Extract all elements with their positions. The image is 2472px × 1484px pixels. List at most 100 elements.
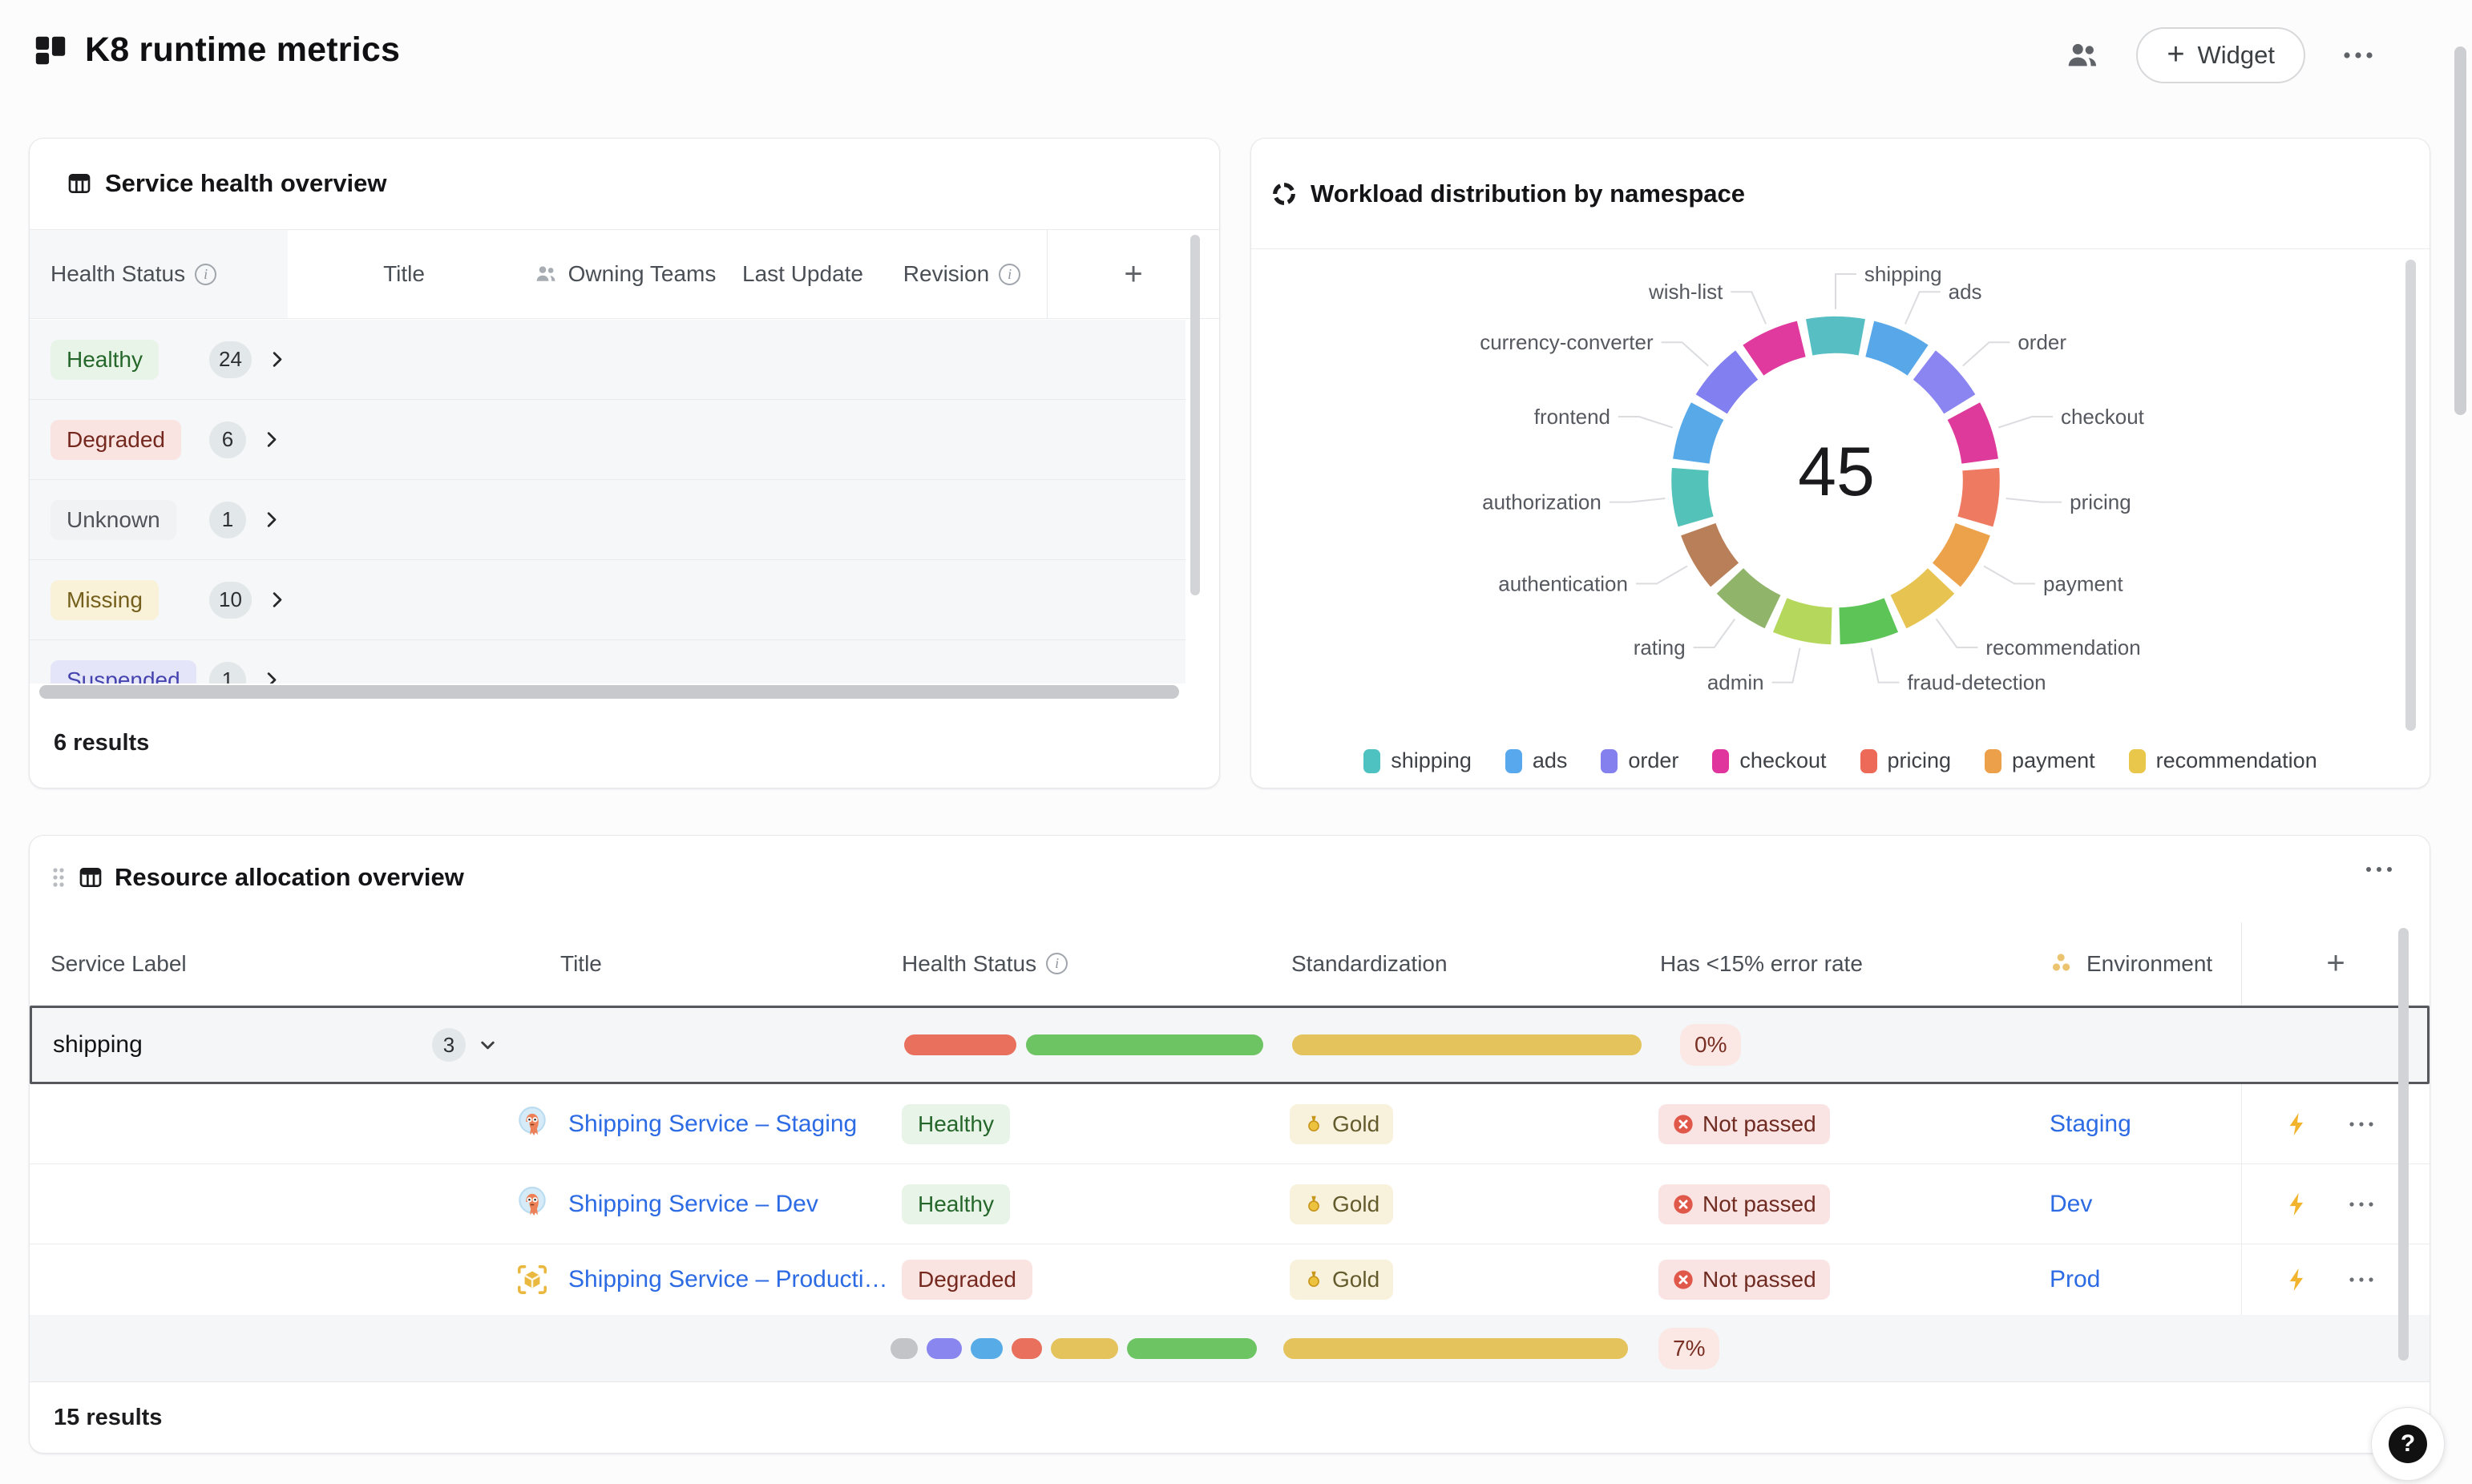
vertical-scrollbar[interactable] (2398, 928, 2409, 1361)
table-icon (78, 865, 103, 890)
table-row[interactable]: Degraded 6 (30, 400, 1186, 480)
workload-distribution-card: Workload distribution by namespace shipp… (1250, 138, 2430, 788)
column-header-service-label: Service Label (50, 951, 187, 977)
chart-legend: shipping ads order checkout pricing paym… (1251, 748, 2430, 773)
column-header-environment: Environment (2086, 951, 2212, 977)
column-header-title: Title (560, 951, 602, 977)
legend-item[interactable]: checkout (1712, 748, 1826, 773)
medal-icon (1303, 1269, 1324, 1290)
table-row[interactable]: Shipping Service – Producti… Degraded Go… (30, 1244, 2430, 1315)
chevron-right-icon[interactable] (266, 349, 288, 370)
count-badge: 3 (432, 1028, 466, 1062)
environment-link[interactable]: Dev (2050, 1191, 2092, 1218)
column-header-revision: Revision (903, 261, 989, 287)
chevron-right-icon[interactable] (266, 589, 288, 611)
vertical-scrollbar[interactable] (1190, 235, 1200, 595)
info-icon[interactable]: i (195, 264, 216, 285)
table-row[interactable]: Healthy 24 (30, 320, 1186, 400)
svg-text:checkout: checkout (2061, 405, 2145, 429)
chevron-right-icon[interactable] (261, 429, 282, 450)
legend-swatch (1363, 749, 1380, 773)
column-header-error-rate: Has <15% error rate (1660, 951, 1863, 977)
group-row-shipping[interactable]: shipping 3 0% (30, 1006, 2430, 1084)
page-scrollbar[interactable] (2454, 46, 2466, 415)
legend-swatch (1712, 749, 1729, 773)
service-health-table-header: Health Status i Title Owning Teams Last … (30, 229, 1219, 319)
status-badge: Degraded (50, 420, 181, 460)
standardization-bar (1292, 1034, 1642, 1055)
failed-icon (1672, 1113, 1694, 1135)
card-more-button[interactable] (2364, 865, 2394, 874)
standardization-badge: Gold (1290, 1104, 1393, 1144)
table-row[interactable]: Missing 10 (30, 560, 1186, 640)
service-link[interactable]: Shipping Service – Producti… (568, 1266, 888, 1293)
legend-swatch (1860, 749, 1877, 773)
status-badge: Degraded (902, 1260, 1032, 1300)
svg-text:ads: ads (1949, 280, 1982, 304)
cube-scan-icon (514, 1261, 551, 1298)
lightning-icon[interactable] (2284, 1266, 2311, 1293)
legend-item[interactable]: pricing (1860, 748, 1952, 773)
help-button[interactable]: ? (2371, 1407, 2445, 1481)
aggregate-row: 7% (30, 1315, 2430, 1381)
dashboard-page: K8 runtime metrics + Widget (0, 0, 2472, 1484)
legend-item[interactable]: recommendation (2129, 748, 2317, 773)
page-title: K8 runtime metrics (85, 30, 400, 70)
card-title-resource-allocation: Resource allocation overview (115, 863, 464, 892)
legend-item[interactable]: order (1601, 748, 1678, 773)
legend-item[interactable]: ads (1505, 748, 1568, 773)
status-badge: Healthy (902, 1104, 1010, 1144)
column-header-standardization: Standardization (1291, 951, 1448, 977)
environment-link[interactable]: Prod (2050, 1266, 2100, 1293)
health-distribution-bars (891, 1338, 1257, 1359)
svg-text:shipping: shipping (1864, 262, 1942, 286)
svg-text:order: order (2018, 330, 2066, 354)
status-badge: Suspended (50, 660, 196, 684)
share-users-icon[interactable] (2064, 37, 2101, 74)
svg-text:fraud-detection: fraud-detection (1907, 671, 2046, 695)
legend-swatch (1505, 749, 1522, 773)
table-row[interactable]: Shipping Service – Staging Healthy Gold (30, 1084, 2430, 1164)
card-title-workload: Workload distribution by namespace (1311, 179, 1745, 208)
chevron-right-icon[interactable] (261, 669, 282, 684)
row-more-button[interactable] (2348, 1200, 2375, 1208)
table-row[interactable]: Unknown 1 (30, 480, 1186, 560)
svg-text:admin: admin (1707, 671, 1764, 695)
info-icon[interactable]: i (999, 264, 1020, 285)
lightning-icon[interactable] (2284, 1111, 2311, 1138)
lightning-icon[interactable] (2284, 1191, 2311, 1218)
column-header-title: Title (383, 261, 425, 287)
column-header-last-update: Last Update (742, 261, 863, 287)
service-link[interactable]: Shipping Service – Dev (568, 1191, 818, 1218)
info-icon[interactable]: i (1046, 953, 1068, 974)
not-passed-badge: Not passed (1658, 1104, 1830, 1144)
octopus-icon (514, 1186, 551, 1223)
legend-swatch (1601, 749, 1618, 773)
drag-handle-icon[interactable] (50, 865, 67, 889)
vertical-scrollbar[interactable] (2405, 260, 2416, 731)
row-more-button[interactable] (2348, 1120, 2375, 1128)
horizontal-scrollbar[interactable] (39, 685, 1179, 699)
legend-item[interactable]: shipping (1363, 748, 1472, 773)
team-icon (533, 261, 559, 287)
add-widget-button[interactable]: + Widget (2136, 27, 2305, 83)
table-row[interactable]: Shipping Service – Dev Healthy Gold (30, 1164, 2430, 1244)
not-passed-badge: Not passed (1658, 1184, 1830, 1224)
chevron-right-icon[interactable] (261, 509, 282, 530)
add-widget-label: Widget (2198, 41, 2275, 70)
donut-center-value: 45 (1756, 433, 1917, 512)
row-more-button[interactable] (2348, 1276, 2375, 1284)
failed-icon (1672, 1193, 1694, 1216)
svg-text:pricing: pricing (2070, 490, 2131, 514)
failed-icon (1672, 1268, 1694, 1291)
column-header-health-status: Health Status (902, 951, 1036, 977)
table-row[interactable]: Suspended 1 (30, 640, 1186, 684)
environment-link[interactable]: Staging (2050, 1111, 2131, 1138)
svg-text:currency-converter: currency-converter (1480, 330, 1654, 354)
chevron-down-icon[interactable] (477, 1034, 499, 1056)
donut-chart[interactable]: shipping ads order checkout pricing payment re… (1251, 250, 2430, 788)
legend-item[interactable]: payment (1985, 748, 2095, 773)
top-bar: K8 runtime metrics + Widget (0, 0, 2472, 120)
service-link[interactable]: Shipping Service – Staging (568, 1111, 857, 1138)
page-more-button[interactable] (2341, 50, 2376, 61)
